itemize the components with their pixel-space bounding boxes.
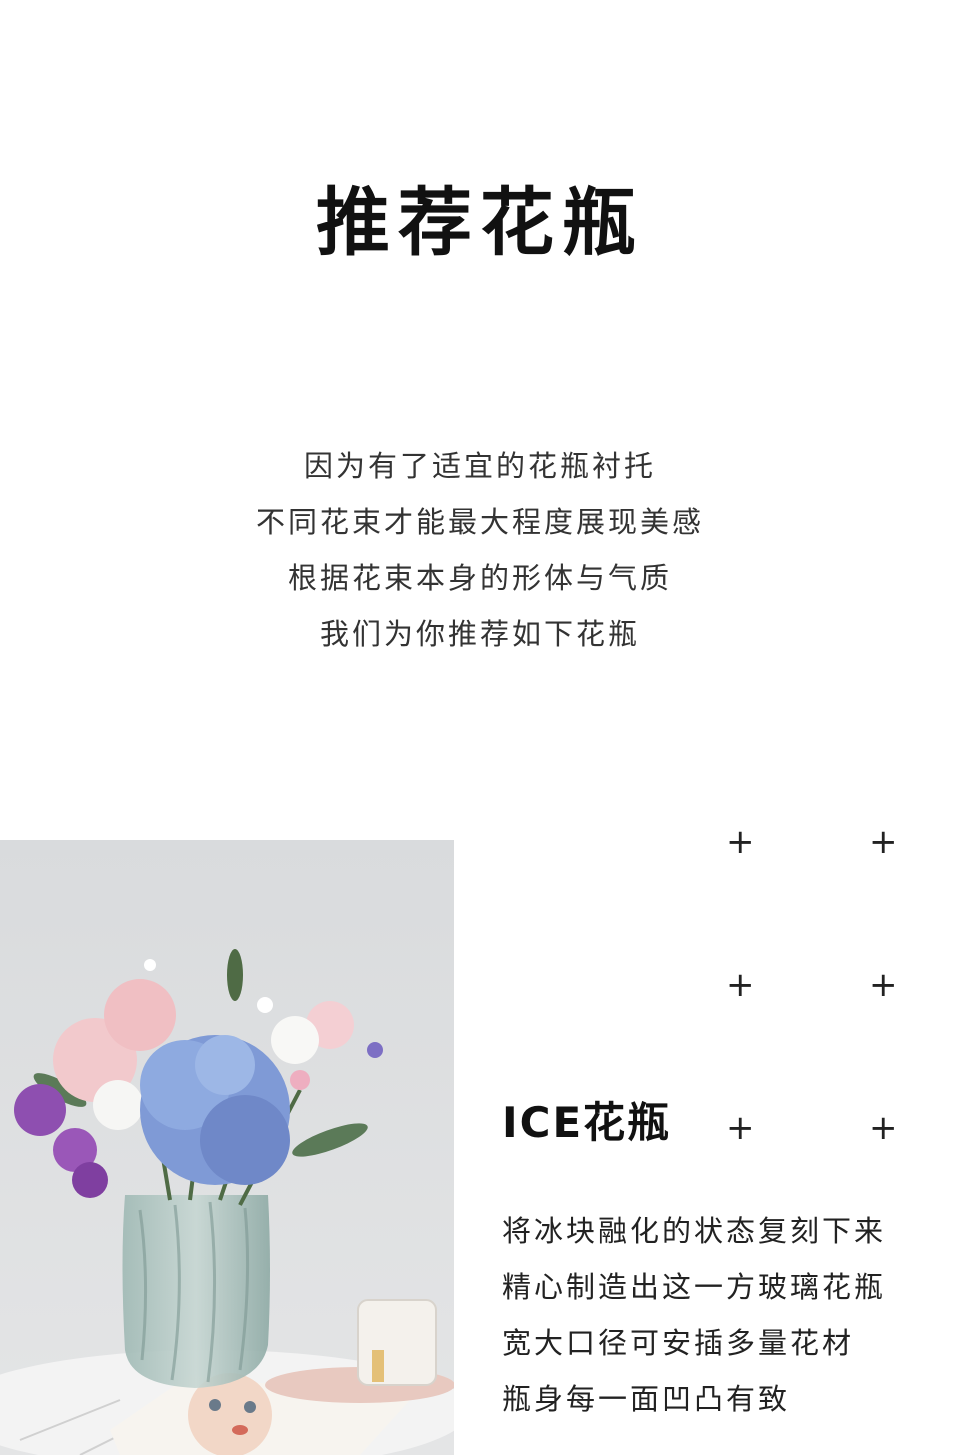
intro-line: 我们为你推荐如下花瓶	[319, 617, 640, 651]
plus-icon: +	[726, 965, 755, 1005]
intro-line: 根据花束本身的形体与气质	[287, 561, 672, 595]
description-line: 宽大口径可安插多量花材	[502, 1326, 855, 1360]
description-line: 瓶身每一面凹凸有致	[502, 1382, 791, 1416]
plus-icon: +	[726, 822, 755, 862]
description-line: 将冰块融化的状态复刻下来	[502, 1214, 887, 1248]
intro-text: 因为有了适宜的花瓶衬托 不同花束才能最大程度展现美感 根据花束本身的形体与气质 …	[0, 438, 960, 662]
plus-icon: +	[726, 1108, 755, 1148]
product-description: 将冰块融化的状态复刻下来 精心制造出这一方玻璃花瓶 宽大口径可安插多量花材 瓶身…	[502, 1203, 942, 1427]
plus-icon: +	[869, 965, 898, 1005]
plus-icon: +	[869, 822, 898, 862]
page-title: 推荐花瓶	[316, 180, 644, 266]
vase-bouquet-photo	[0, 840, 454, 1455]
plus-icon: +	[869, 1108, 898, 1148]
product-name: ICE花瓶	[502, 1098, 672, 1147]
intro-line: 不同花束才能最大程度展现美感	[255, 505, 704, 539]
description-line: 精心制造出这一方玻璃花瓶	[502, 1270, 887, 1304]
intro-line: 因为有了适宜的花瓶衬托	[303, 449, 656, 483]
